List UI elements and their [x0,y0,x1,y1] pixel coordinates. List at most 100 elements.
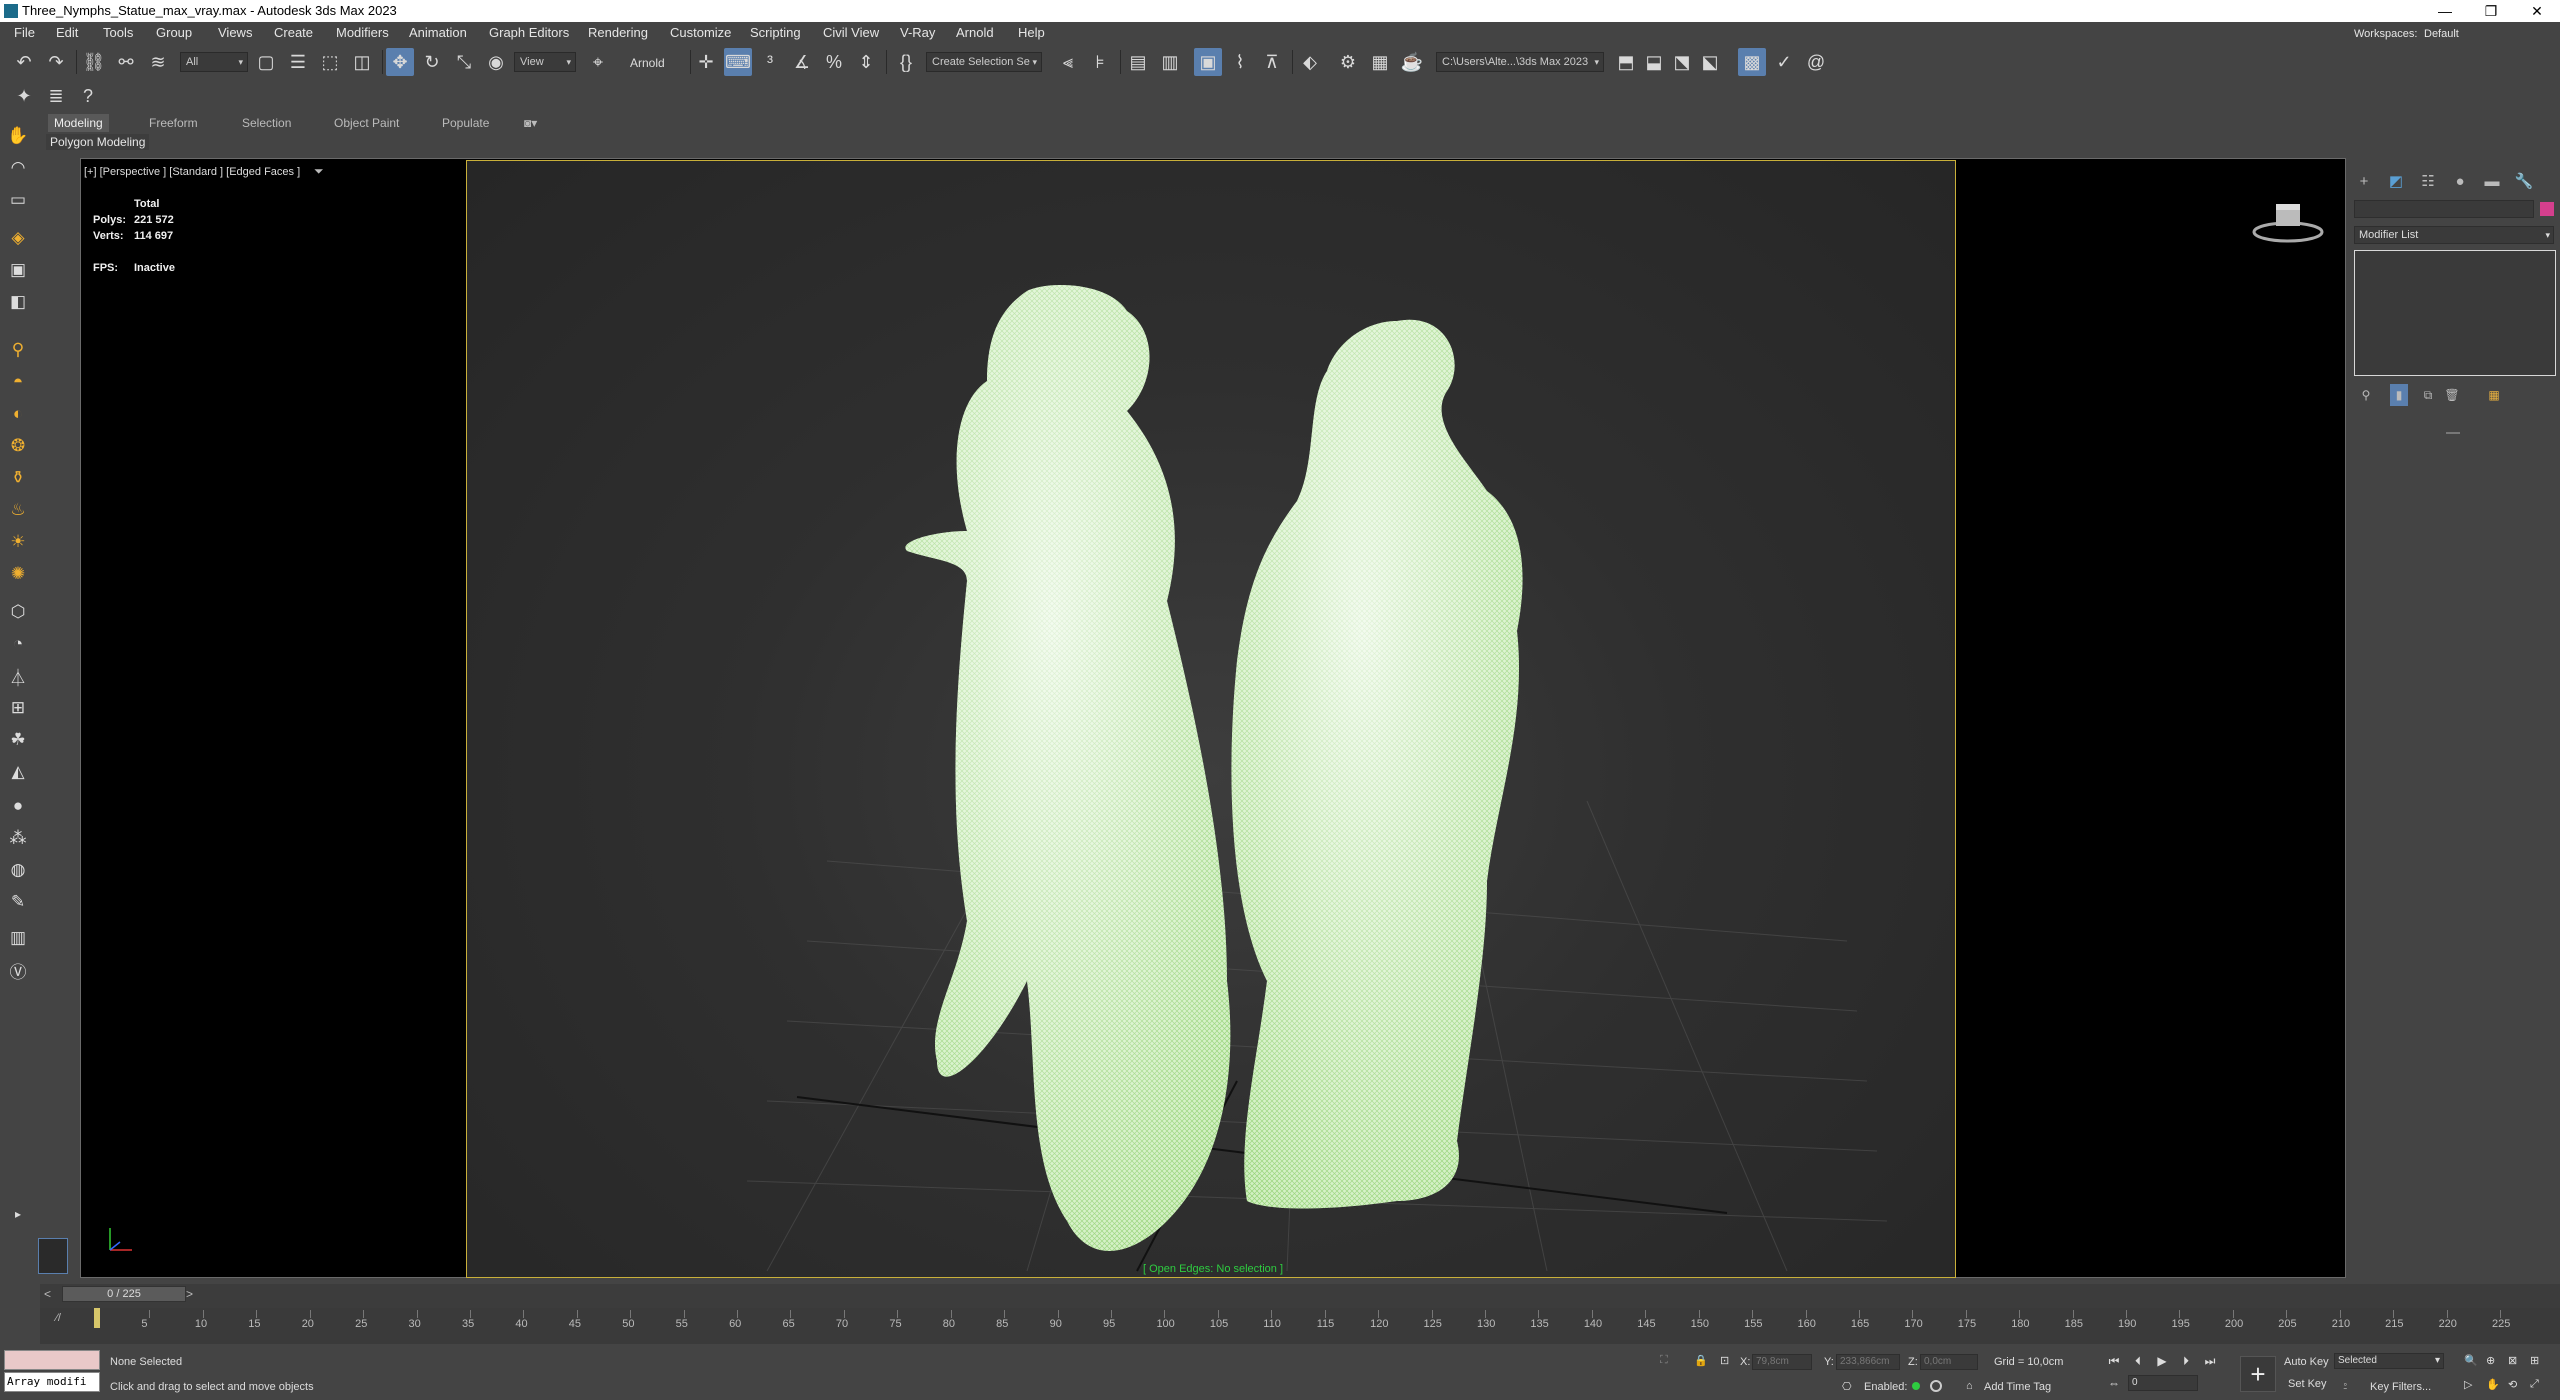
menu-vray[interactable]: V-Ray [900,25,935,40]
menu-modifiers[interactable]: Modifiers [336,25,389,40]
zoom-extents-all-icon[interactable]: ⊞ [2530,1354,2539,1367]
next-frame-icon[interactable]: ⏵ [2176,1352,2196,1370]
curve-editor-icon[interactable]: ⌇ [1226,48,1254,76]
orbit-icon[interactable]: ◠ [6,156,30,180]
rect-selection-icon[interactable]: ⬚ [316,48,344,76]
toggle-scene-explorer-icon[interactable]: ▥ [1156,48,1184,76]
material-multi-icon[interactable]: ⁂ [6,826,30,850]
absolute-mode-icon[interactable]: ⊡ [1720,1354,1729,1367]
render-production-icon[interactable]: ☕ [1398,48,1426,76]
object-name-field[interactable] [2354,200,2534,218]
select-object-icon[interactable]: ▢ [252,48,280,76]
close-button[interactable]: ✕ [2514,0,2560,22]
time-tag-icon[interactable]: ⌂ [1966,1380,1973,1392]
pin-stack-icon[interactable]: ⚲ [2354,384,2378,406]
menu-create[interactable]: Create [274,25,313,40]
selection-filter-dropdown[interactable]: All ▾ [180,52,248,72]
auto-key-button[interactable]: Auto Key [2284,1356,2329,1368]
vray-fur-icon[interactable]: ◔ [6,632,30,656]
zoom-extents-icon[interactable]: ⊠ [2508,1354,2517,1367]
unlink-icon[interactable]: ⚯ [112,48,140,76]
current-frame-field[interactable]: 0 [2128,1375,2198,1391]
vray-logo-icon[interactable]: Ⓥ [6,958,30,982]
zoom-all-icon[interactable]: ⊕ [2486,1354,2495,1367]
vray-plane-icon[interactable]: ⏃ [6,664,30,688]
ies-light-icon[interactable]: ❂ [6,434,30,458]
modifier-list-dropdown[interactable]: Modifier List ▾ [2354,226,2554,244]
remove-modifier-icon[interactable]: 🗑 [2440,384,2464,406]
filter-icon[interactable]: ⏷ [314,164,324,179]
tab-populate[interactable]: Populate [436,114,495,132]
ref-coord-dropdown[interactable]: View ▾ [514,52,576,72]
spinner-snap-icon[interactable]: ⇕ [852,48,880,76]
polygon-modeling-panel[interactable]: Polygon Modeling [46,134,150,150]
maxscript-listener[interactable] [4,1350,100,1370]
menu-scripting[interactable]: Scripting [750,25,801,40]
y-coordinate-field[interactable]: 233,866cm [1836,1354,1900,1370]
at-icon[interactable]: @ [1802,48,1830,76]
link-icon[interactable]: ⛓ [80,48,108,76]
percent-snap-icon[interactable]: % [820,48,848,76]
tab-modeling[interactable]: Modeling [48,114,109,132]
vray-proxy-icon[interactable]: ⬡ [6,600,30,624]
show-end-result-icon[interactable]: ▮ [2390,384,2408,406]
dome-light-icon[interactable]: ◓ [6,370,30,394]
menu-civil-view[interactable]: Civil View [823,25,879,40]
zoom-icon[interactable]: 🔍 [2464,1354,2478,1367]
selection-set-dropdown[interactable]: Selected ▾ [2334,1353,2444,1369]
rendered-frame-window-icon[interactable]: ▦ [1366,48,1394,76]
mesh-light-icon[interactable]: ♨ [6,498,30,522]
schematic-view-icon[interactable]: ⊼ [1258,48,1286,76]
menu-edit[interactable]: Edit [56,25,78,40]
key-mode-toggle-icon[interactable]: ⍛ [2342,1378,2349,1391]
spot-light-icon[interactable]: ⚱ [6,466,30,490]
sphere-light-icon[interactable]: ◐ [6,402,30,426]
make-unique-icon[interactable]: ⧉ [2416,384,2440,406]
utilities-tab-icon[interactable]: 🔧 [2512,170,2536,192]
fov-icon[interactable]: ▷ [2464,1378,2472,1391]
add-time-tag[interactable]: Add Time Tag [1984,1381,2051,1393]
menu-file[interactable]: File [14,25,35,40]
goto-start-icon[interactable]: ⏮ [2104,1352,2124,1370]
layer-explorer-icon[interactable]: ▤ [1124,48,1152,76]
set-key-button[interactable]: Set Key [2288,1378,2327,1390]
hand-icon[interactable]: ✋ [6,124,30,148]
window-crossing-icon[interactable]: ◫ [348,48,376,76]
play-icon[interactable]: ▶ [2152,1352,2172,1370]
expand-arrow-icon[interactable]: ▸ [6,1202,30,1226]
box-icon[interactable]: ▭ [6,188,30,212]
place-icon[interactable]: ◉ [482,48,510,76]
enabled-toggle[interactable] [1930,1380,1942,1392]
modify-tab-icon[interactable]: ◩ [2384,170,2408,192]
lock-selection-icon[interactable]: 🔒 [1694,1354,1708,1367]
select-by-name-icon[interactable]: ☰ [284,48,312,76]
statue-right-nymph[interactable] [1231,319,1523,1209]
menu-tools[interactable]: Tools [103,25,133,40]
settings-icon[interactable]: ▥ [6,926,30,950]
menu-animation[interactable]: Animation [409,25,467,40]
ambient-light-icon[interactable]: ✺ [6,562,30,586]
key-mode-icon[interactable]: ⇔ [2104,1374,2124,1392]
object-color-swatch[interactable] [2540,202,2554,216]
restore-button[interactable]: ❐ [2468,0,2514,22]
panel-divider[interactable] [2446,432,2460,434]
vray-frame-buffer-icon[interactable]: ▩ [1738,48,1766,76]
viewport-label[interactable]: [+] [Perspective ] [Standard ] [Edged Fa… [84,166,300,178]
time-next-icon[interactable]: > [186,1287,193,1301]
time-prev-icon[interactable]: < [44,1287,51,1301]
sun-icon[interactable]: ☀ [6,530,30,554]
z-coordinate-field[interactable]: 0,0cm [1920,1354,1978,1370]
set-keys-icon[interactable]: + [2240,1356,2276,1392]
redo-icon[interactable]: ↷ [42,48,70,76]
rotate-icon[interactable]: ↻ [418,48,446,76]
list-icon[interactable]: ≣ [42,82,70,110]
paint-icon[interactable]: ✎ [6,890,30,914]
toggle-ribbon-icon[interactable]: ▣ [1194,48,1222,76]
select-manipulate-icon[interactable]: ✛ [692,48,720,76]
goto-end-icon[interactable]: ⏭ [2200,1352,2220,1370]
ribbon-options-icon[interactable]: ◙▾ [518,114,543,132]
time-slider[interactable] [40,1284,2560,1308]
track-bar-icon[interactable]: ⁄/ [56,1312,61,1324]
tab-selection[interactable]: Selection [236,114,297,132]
workspaces-dropdown[interactable]: Default [2424,28,2459,40]
